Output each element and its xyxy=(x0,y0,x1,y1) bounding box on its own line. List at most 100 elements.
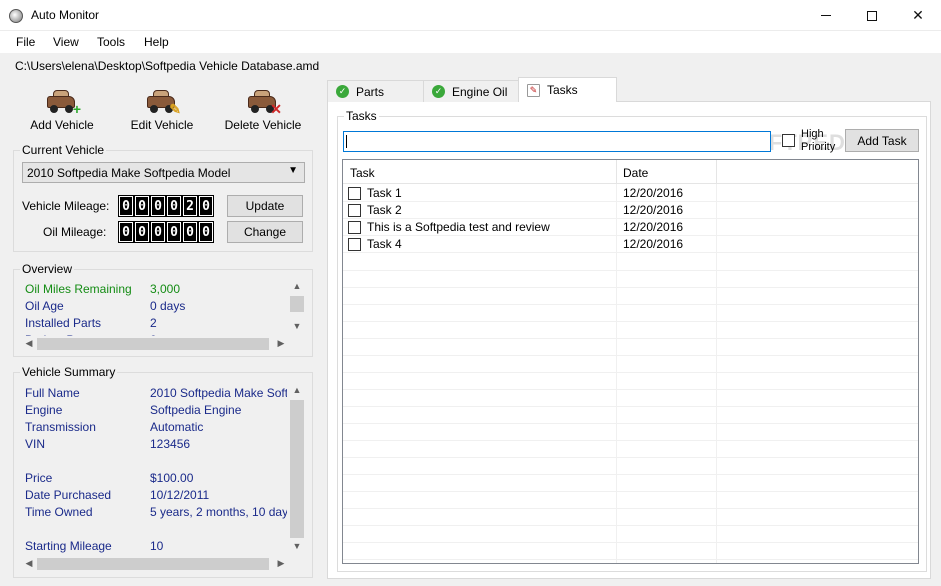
menu-file[interactable]: File xyxy=(16,35,35,49)
app-icon xyxy=(9,9,23,23)
odometer-digit: 0 xyxy=(118,221,134,243)
summary-key: Price xyxy=(25,471,53,485)
maximize-button[interactable] xyxy=(849,0,895,31)
header-divider[interactable] xyxy=(616,160,617,184)
database-path: C:\Users\elena\Desktop\Softpedia Vehicle… xyxy=(15,59,320,73)
odometer-digit: 0 xyxy=(150,195,166,217)
table-row[interactable]: Task 4 12/20/2016 xyxy=(343,236,918,253)
delete-vehicle-button[interactable]: ✕ Delete Vehicle xyxy=(224,88,302,132)
edit-vehicle-label: Edit Vehicle xyxy=(130,118,194,132)
close-button[interactable]: ✕ xyxy=(895,0,941,31)
tab-parts[interactable]: ✓ Parts xyxy=(327,80,424,102)
scroll-thumb[interactable] xyxy=(290,296,304,312)
vehicle-select[interactable]: 2010 Softpedia Make Softpedia Model ▼ xyxy=(22,162,305,183)
task-checkbox[interactable] xyxy=(348,221,361,234)
overview-value: 2 xyxy=(150,316,157,330)
overview-list[interactable]: Oil Miles Remaining 3,000 Oil Age 0 days… xyxy=(25,280,287,338)
chevron-down-icon[interactable]: ▼ xyxy=(289,541,305,551)
grid-line xyxy=(343,355,918,356)
summary-hscroll[interactable]: ◀ ▶ xyxy=(21,556,289,572)
task-checkbox[interactable] xyxy=(348,204,361,217)
task-checkbox[interactable] xyxy=(348,238,361,251)
vehicle-summary-title: Vehicle Summary xyxy=(20,365,118,379)
high-priority-label-line2: Priority xyxy=(801,141,836,153)
high-priority-checkbox[interactable] xyxy=(782,134,795,147)
summary-value: Automatic xyxy=(150,420,204,434)
task-list[interactable]: Task Date Task 1 12/20/2016 Task 2 12/20… xyxy=(342,159,919,564)
header-divider[interactable] xyxy=(716,160,717,184)
summary-key: Transmission xyxy=(25,420,96,434)
odometer-digit: 0 xyxy=(134,195,150,217)
chevron-left-icon[interactable]: ◀ xyxy=(21,558,37,569)
grid-line xyxy=(343,406,918,407)
table-row[interactable]: Task 2 12/20/2016 xyxy=(343,202,918,219)
grid-line xyxy=(343,474,918,475)
grid-line xyxy=(343,270,918,271)
oil-mileage-odometer[interactable]: 0 0 0 0 0 0 xyxy=(118,221,214,243)
menu-tools[interactable]: Tools xyxy=(97,35,125,49)
vehicle-mileage-label: Vehicle Mileage: xyxy=(22,199,110,213)
summary-vscroll[interactable]: ▲ ▼ xyxy=(289,384,305,556)
delete-vehicle-icon: ✕ xyxy=(246,88,282,116)
scroll-thumb[interactable] xyxy=(37,338,269,350)
maximize-icon xyxy=(867,10,877,21)
grid-line xyxy=(343,372,918,373)
edit-vehicle-button[interactable]: ✎ Edit Vehicle xyxy=(128,88,196,132)
tab-engine-oil[interactable]: ✓ Engine Oil xyxy=(423,80,519,102)
list-header: Task Date xyxy=(343,160,918,184)
vehicle-summary-list[interactable]: Full Name 2010 Softpedia Make Softp... En… xyxy=(25,384,287,556)
delete-vehicle-label: Delete Vehicle xyxy=(224,118,302,132)
overview-key: Oil Miles Remaining xyxy=(25,282,132,296)
overview-vscroll[interactable]: ▲ ▼ xyxy=(289,280,305,336)
add-vehicle-button[interactable]: + Add Vehicle xyxy=(28,88,96,132)
summary-value: 10 xyxy=(150,539,164,553)
chevron-right-icon[interactable]: ▶ xyxy=(273,558,289,569)
tab-tasks[interactable]: ✎ Tasks xyxy=(518,77,617,102)
task-name: Task 1 xyxy=(367,186,402,200)
task-checkbox[interactable] xyxy=(348,187,361,200)
minimize-button[interactable] xyxy=(803,0,849,31)
task-input[interactable] xyxy=(343,131,771,152)
chevron-left-icon[interactable]: ◀ xyxy=(21,338,37,349)
table-row[interactable]: This is a Softpedia test and review 12/2… xyxy=(343,219,918,236)
scroll-thumb[interactable] xyxy=(290,400,304,538)
column-header-date[interactable]: Date xyxy=(623,166,648,180)
oil-mileage-label: Oil Mileage: xyxy=(43,225,107,239)
menu-view[interactable]: View xyxy=(53,35,79,49)
grid-line xyxy=(343,508,918,509)
tab-label: Tasks xyxy=(547,83,578,97)
add-task-button[interactable]: Add Task xyxy=(845,129,919,152)
task-name: Task 4 xyxy=(367,237,402,251)
task-date: 12/20/2016 xyxy=(623,203,684,217)
chevron-up-icon[interactable]: ▲ xyxy=(289,385,305,395)
update-button[interactable]: Update xyxy=(227,195,303,217)
table-row[interactable]: Task 1 12/20/2016 xyxy=(343,185,918,202)
summary-value: 5 years, 2 months, 10 days xyxy=(150,505,287,519)
summary-key: Starting Mileage xyxy=(25,539,112,553)
summary-key: Engine xyxy=(25,403,63,417)
grid-line xyxy=(343,423,918,424)
overview-value: 3,000 xyxy=(150,282,181,296)
odometer-digit: 2 xyxy=(182,195,198,217)
column-header-task[interactable]: Task xyxy=(350,166,375,180)
scroll-thumb[interactable] xyxy=(37,558,269,570)
odometer-digit: 0 xyxy=(198,221,214,243)
notepad-icon: ✎ xyxy=(527,83,540,97)
menu-help[interactable]: Help xyxy=(144,35,169,49)
task-name: This is a Softpedia test and review xyxy=(367,220,550,234)
overview-key: Installed Parts xyxy=(25,316,102,330)
check-icon: ✓ xyxy=(336,85,349,98)
task-date: 12/20/2016 xyxy=(623,220,684,234)
grid-line xyxy=(343,440,918,441)
chevron-down-icon[interactable]: ▼ xyxy=(289,321,305,331)
overview-hscroll[interactable]: ◀ ▶ xyxy=(21,336,289,352)
chevron-up-icon[interactable]: ▲ xyxy=(289,281,305,291)
change-button[interactable]: Change xyxy=(227,221,303,243)
summary-value: $100.00 xyxy=(150,471,194,485)
odometer-digit: 0 xyxy=(150,221,166,243)
window-title: Auto Monitor xyxy=(31,8,100,22)
odometer-digit: 0 xyxy=(166,221,182,243)
vehicle-mileage-odometer[interactable]: 0 0 0 0 2 0 xyxy=(118,195,214,217)
chevron-right-icon[interactable]: ▶ xyxy=(273,338,289,349)
grid-line xyxy=(343,559,918,560)
